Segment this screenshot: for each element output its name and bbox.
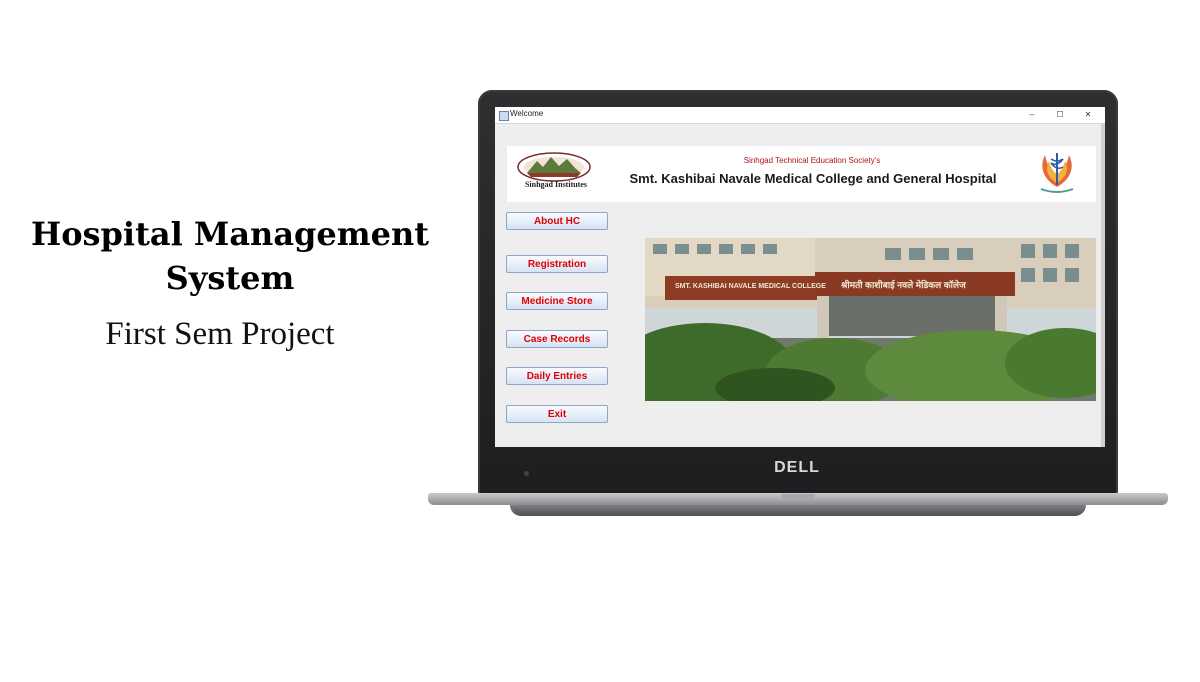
sinhgad-logo-icon — [517, 152, 591, 182]
slide-title: Hospital Management System — [20, 212, 440, 300]
campus-sign-marathi: श्रीमती काशीबाई नवले मेडिकल कॉलेज — [841, 280, 966, 290]
window-scrollbar[interactable] — [1101, 123, 1105, 447]
close-button[interactable]: ✕ — [1081, 108, 1095, 122]
caduceus-emblem-icon — [1040, 153, 1074, 193]
slide-subtitle: First Sem Project — [105, 316, 335, 352]
webcam — [524, 471, 529, 476]
laptop-screen: Welcome – ☐ ✕ Sinhgad Institutes Sinhgad… — [495, 107, 1105, 447]
about-hc-button[interactable]: About HC — [506, 212, 608, 230]
institute-name: Sinhgad Institutes — [524, 180, 588, 189]
window-titlebar[interactable]: Welcome – ☐ ✕ — [495, 107, 1105, 124]
campus-photo-image — [645, 238, 1096, 401]
campus-sign-english: SMT. KASHIBAI NAVALE MEDICAL COLLEGE — [675, 283, 826, 290]
registration-button[interactable]: Registration — [506, 255, 608, 273]
java-app-icon — [499, 111, 509, 121]
college-name: Smt. Kashibai Navale Medical College and… — [629, 171, 997, 186]
campus-photo: SMT. KASHIBAI NAVALE MEDICAL COLLEGE श्र… — [645, 238, 1096, 401]
header-banner: Sinhgad Institutes Sinhgad Technical Edu… — [507, 146, 1096, 202]
maximize-button[interactable]: ☐ — [1053, 108, 1067, 122]
exit-button[interactable]: Exit — [506, 405, 608, 423]
case-records-button[interactable]: Case Records — [506, 330, 608, 348]
laptop-foot — [510, 505, 1086, 516]
laptop-brand-logo: DELL — [774, 459, 820, 476]
slide-title-line1: Hospital Management — [30, 215, 430, 253]
window-title: Welcome — [510, 109, 544, 118]
minimize-button[interactable]: – — [1025, 108, 1039, 122]
daily-entries-button[interactable]: Daily Entries — [506, 367, 608, 385]
slide-title-line2: System — [165, 259, 295, 297]
society-name: Sinhgad Technical Education Society's — [743, 156, 881, 165]
medicine-store-button[interactable]: Medicine Store — [506, 292, 608, 310]
laptop-hinge-notch — [781, 494, 815, 499]
